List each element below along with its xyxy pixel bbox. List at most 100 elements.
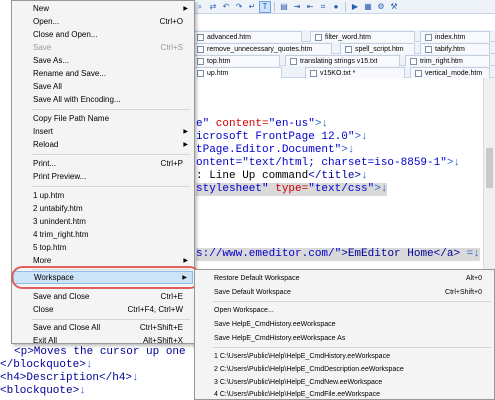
menu-separator — [32, 319, 190, 320]
file-icon — [425, 33, 432, 41]
menu-item-save-all-encoding[interactable]: Save All with Encoding... — [13, 93, 193, 106]
menu-item-close-and-open[interactable]: Close and Open... — [13, 28, 193, 41]
file-icon — [345, 45, 352, 53]
menu-label: Save — [33, 43, 52, 52]
tab-spell-script[interactable]: spell_script.htm — [340, 43, 415, 54]
toolbar: ⌕ ⇄ ↶ ↷ ↵ T ▤ ⇥ ⇤ ⌗ ● ▶ ▦ ⚙ ⚒ — [190, 0, 495, 14]
menu-item-rename-and-save[interactable]: Rename and Save... — [13, 67, 193, 80]
menu-item-save-workspace[interactable]: Save HelpE_CmdHistory.eeWorkspace — [196, 318, 494, 330]
grid-icon[interactable]: ▦ — [362, 1, 374, 13]
tab-v15ko[interactable]: v15KO.txt * — [305, 67, 405, 78]
menu-item-recent-workspace-1[interactable]: 1 C:\Users\Public\Help\HelpE_CmdHistory.… — [196, 350, 494, 362]
tab-vertical-mode[interactable]: vertical_mode.htm — [410, 67, 490, 78]
tab-label: translating strings v15.txt — [300, 57, 378, 65]
menu-label: 5 top.htm — [33, 243, 67, 252]
menu-label: Open... — [33, 17, 60, 26]
settings-icon[interactable]: ⚙ — [375, 1, 387, 13]
menu-item-recent-workspace-2[interactable]: 2 C:\Users\Public\Help\HelpE_CmdDescript… — [196, 363, 494, 375]
scrollbar-thumb[interactable] — [486, 148, 493, 188]
menu-item-save-as[interactable]: Save As... — [13, 54, 193, 67]
tab-trim-right[interactable]: trim_right.htm — [405, 55, 490, 66]
code-token: "en-us" — [268, 118, 315, 130]
menu-label: New — [33, 4, 50, 13]
tab-row-4: up.htm v15KO.txt * vertical_mode.htm — [190, 66, 495, 78]
tools-icon[interactable]: ⚒ — [388, 1, 400, 13]
macro-icon[interactable]: ⌗ — [317, 1, 329, 13]
menu-item-recent-1[interactable]: 1 up.htm — [13, 189, 193, 202]
menu-separator — [213, 347, 491, 348]
menu-item-save-and-close[interactable]: Save and Close Ctrl+E — [13, 290, 193, 303]
code-line: <h4>Description</h4>↓ — [0, 372, 139, 385]
menu-item-save-default-workspace[interactable]: Save Default Workspace Ctrl+Shift+0 — [196, 286, 494, 298]
menu-item-print-preview[interactable]: Print Preview... — [13, 170, 193, 183]
menu-item-save[interactable]: Save Ctrl+S — [13, 41, 193, 54]
tab-row-3: top.htm translating strings v15.txt trim… — [190, 54, 495, 66]
file-icon — [290, 57, 297, 65]
file-icon — [415, 69, 422, 77]
menu-item-close[interactable]: Close Ctrl+F4, Ctrl+W — [13, 303, 193, 316]
text-icon[interactable]: T — [259, 0, 271, 13]
menu-item-save-and-close-all[interactable]: Save and Close All Ctrl+Shift+E — [13, 321, 193, 334]
vertical-scrollbar[interactable] — [483, 78, 495, 278]
tab-top[interactable]: top.htm — [192, 55, 280, 66]
tab-index[interactable]: index.htm — [420, 31, 490, 42]
menu-item-print[interactable]: Print... Ctrl+P — [13, 157, 193, 170]
menu-item-copy-file-path[interactable]: Copy File Path Name — [13, 112, 193, 125]
code-token: e" — [196, 118, 210, 130]
tab-remove-quotes[interactable]: remove_unnecessary_quotes.htm — [192, 43, 332, 54]
menu-item-open-workspace[interactable]: Open Workspace... — [196, 304, 494, 316]
menu-item-exit-all[interactable]: Exit All Alt+Shift+X — [13, 334, 193, 347]
menu-shortcut: Ctrl+F4, Ctrl+W — [127, 305, 183, 314]
menu-label: Save Default Workspace — [214, 288, 291, 296]
tab-label: remove_unnecessary_quotes.htm — [207, 45, 313, 53]
menu-shortcut: Ctrl+Shift+E — [139, 323, 183, 332]
menu-item-insert[interactable]: Insert ▶ — [13, 125, 193, 138]
menu-item-new[interactable]: New ▶ — [13, 2, 193, 15]
play-icon[interactable]: ▶ — [349, 1, 361, 13]
search-icon[interactable]: ⌕ — [194, 1, 206, 13]
menu-item-recent-workspace-3[interactable]: 3 C:\Users\Public\Help\HelpE_CmdNew.eeWo… — [196, 376, 494, 388]
menu-label: Exit All — [33, 336, 58, 345]
replace-icon[interactable]: ⇄ — [207, 1, 219, 13]
tab-tabify[interactable]: tabify.htm — [420, 43, 490, 54]
code-token: </blockquote> — [0, 359, 86, 371]
menu-separator — [32, 109, 190, 110]
code-token: content= — [209, 118, 269, 130]
tab-label: up.htm — [207, 69, 229, 77]
undo-icon[interactable]: ↶ — [220, 1, 232, 13]
submenu-arrow-icon: ▶ — [183, 6, 188, 12]
tab-translating-strings[interactable]: translating strings v15.txt — [285, 55, 400, 66]
tab-advanced[interactable]: advanced.htm — [192, 31, 302, 42]
menu-item-save-workspace-as[interactable]: Save HelpE_CmdHistory.eeWorkspace As — [196, 332, 494, 344]
code-token: type= — [268, 183, 309, 195]
wrap-icon[interactable]: ↵ — [246, 1, 258, 13]
menu-item-save-all[interactable]: Save All — [13, 80, 193, 93]
code-line: s://www.emeditor.com/">EmEditor Home</a>… — [196, 248, 480, 261]
menu-item-recent-5[interactable]: 5 top.htm — [13, 241, 193, 254]
workspace-submenu: Restore Default Workspace Alt+0 Save Defa… — [194, 269, 495, 400]
code-token: >↓ — [341, 144, 355, 156]
next-icon[interactable]: ⇥ — [291, 1, 303, 13]
code-line: stylesheet" type="text/css">↓ — [196, 183, 388, 196]
prev-icon[interactable]: ⇤ — [304, 1, 316, 13]
code-line: icrosoft FrontPage 12.0">↓ — [196, 131, 368, 144]
record-icon[interactable]: ● — [330, 1, 342, 13]
code-line: </blockquote>↓ — [0, 359, 92, 372]
menu-label: Save As... — [33, 56, 70, 65]
menu-shortcut: Ctrl+Shift+0 — [445, 288, 482, 296]
menu-separator — [32, 154, 190, 155]
menu-item-recent-4[interactable]: 4 trim_right.htm — [13, 228, 193, 241]
tab-filter-word[interactable]: filter_word.htm — [310, 31, 415, 42]
menu-item-open[interactable]: Open... Ctrl+O — [13, 15, 193, 28]
bookmark-icon[interactable]: ▤ — [278, 1, 290, 13]
redo-icon[interactable]: ↷ — [233, 1, 245, 13]
menu-item-reload[interactable]: Reload ▶ — [13, 138, 193, 151]
menu-item-restore-default-workspace[interactable]: Restore Default Workspace Alt+0 — [196, 272, 494, 284]
code-token: >↓ — [446, 157, 461, 169]
menu-item-recent-2[interactable]: 2 untabify.htm — [13, 202, 193, 215]
menu-item-recent-3[interactable]: 3 unindent.htm — [13, 215, 193, 228]
code-token: =↓ — [460, 248, 480, 260]
tab-up[interactable]: up.htm — [192, 67, 282, 78]
menu-item-recent-workspace-4[interactable]: 4 C:\Users\Public\Help\HelpE_CmdFile.eeW… — [196, 388, 494, 400]
tab-label: vertical_mode.htm — [425, 69, 483, 77]
